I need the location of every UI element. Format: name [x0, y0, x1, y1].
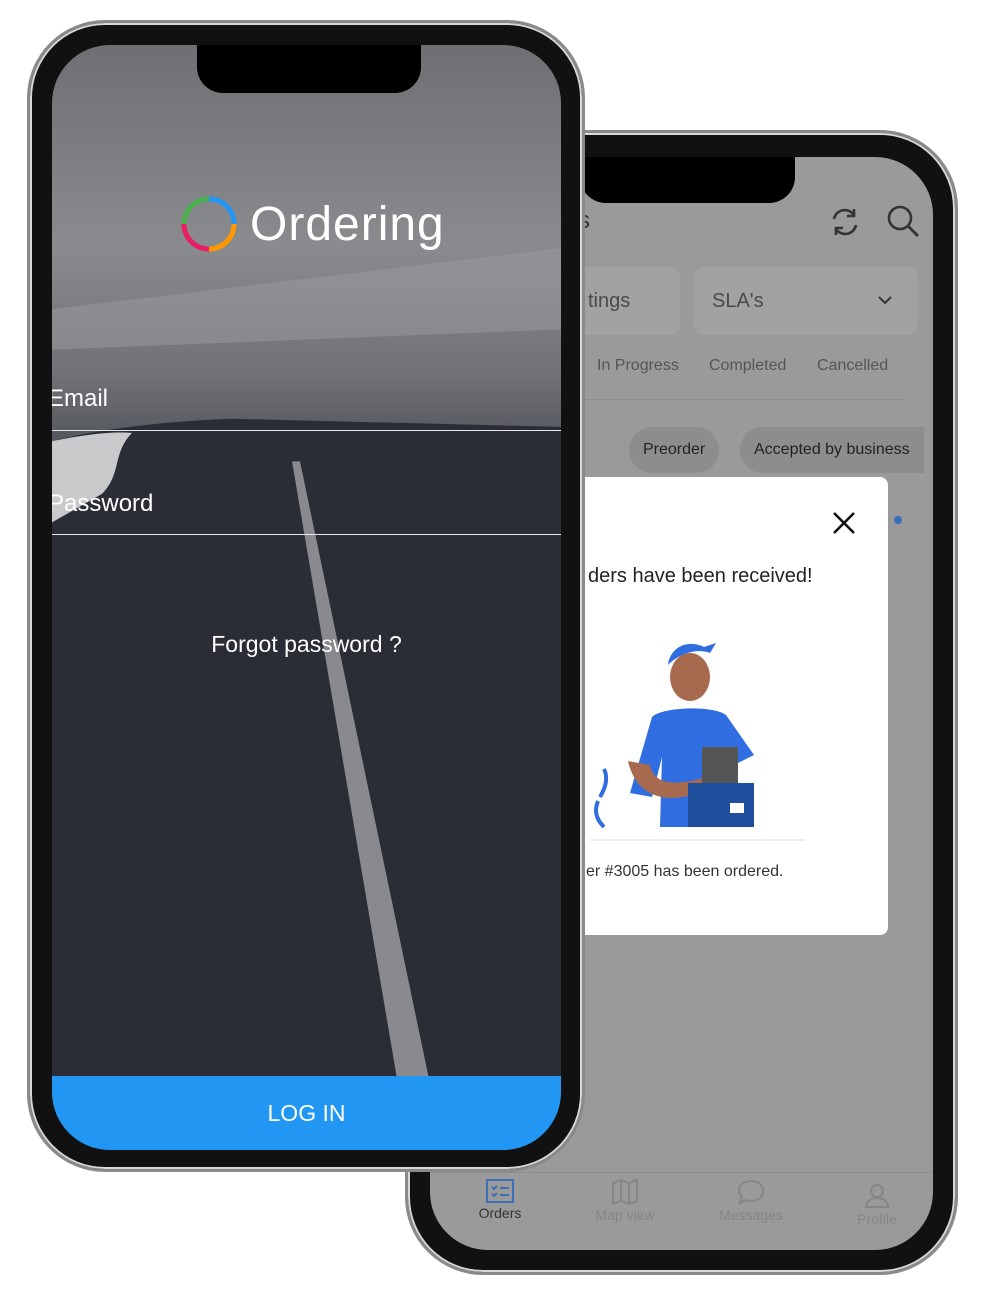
tab-cancelled[interactable]: Cancelled — [817, 357, 888, 375]
nav-label: Map view — [595, 1207, 655, 1223]
nav-label: Profile — [857, 1211, 897, 1227]
password-label: Password — [52, 490, 154, 517]
delivery-person-illustration — [590, 643, 805, 841]
refresh-icon[interactable] — [828, 205, 862, 239]
tabs-divider — [580, 399, 903, 400]
user-icon — [864, 1184, 890, 1208]
sla-select[interactable]: SLA's — [694, 267, 918, 335]
tab-in-progress[interactable]: In Progress — [597, 357, 679, 375]
filter-label: tings — [588, 289, 631, 312]
login-button[interactable]: LOG IN — [52, 1076, 561, 1150]
tab-completed[interactable]: Completed — [709, 357, 786, 375]
chip-accepted-by-business[interactable]: Accepted by business — [740, 427, 924, 473]
search-icon[interactable] — [885, 203, 921, 239]
password-field[interactable] — [52, 534, 561, 535]
nav-label: Orders — [478, 1205, 522, 1221]
ordering-logo-icon — [181, 196, 237, 252]
email-field[interactable] — [52, 430, 561, 431]
chip-preorder[interactable]: Preorder — [629, 427, 720, 473]
orders-list-icon — [486, 1179, 514, 1203]
forgot-password-link[interactable]: Forgot password ? — [52, 631, 561, 658]
modal-title: ders have been received! — [588, 565, 813, 587]
sla-label: SLA's — [712, 289, 764, 312]
map-icon — [612, 1179, 638, 1205]
notch — [197, 45, 421, 93]
nav-orders[interactable]: Orders — [445, 1179, 555, 1221]
indicator-dot — [894, 516, 902, 524]
email-label: Email — [52, 385, 109, 412]
nav-messages[interactable]: Messages — [696, 1179, 806, 1223]
nav-label: Messages — [719, 1207, 783, 1223]
close-icon[interactable] — [832, 511, 856, 535]
notch — [580, 157, 795, 203]
bottom-nav: Orders Map view Messages Profile — [430, 1172, 933, 1250]
logo-text: Ordering — [250, 197, 445, 251]
nav-profile[interactable]: Profile — [822, 1183, 932, 1227]
chat-bubble-icon — [737, 1179, 765, 1205]
login-screen: Ordering Email Password Forgot password … — [52, 45, 561, 1150]
modal-message: er #3005 has been ordered. — [586, 863, 784, 880]
nav-map-view[interactable]: Map view — [570, 1179, 680, 1223]
chevron-down-icon — [878, 296, 892, 305]
front-phone: Ordering Email Password Forgot password … — [27, 20, 585, 1172]
app-logo: Ordering — [180, 195, 445, 253]
new-order-modal: ders have been received! er #3005 has be… — [580, 477, 888, 935]
